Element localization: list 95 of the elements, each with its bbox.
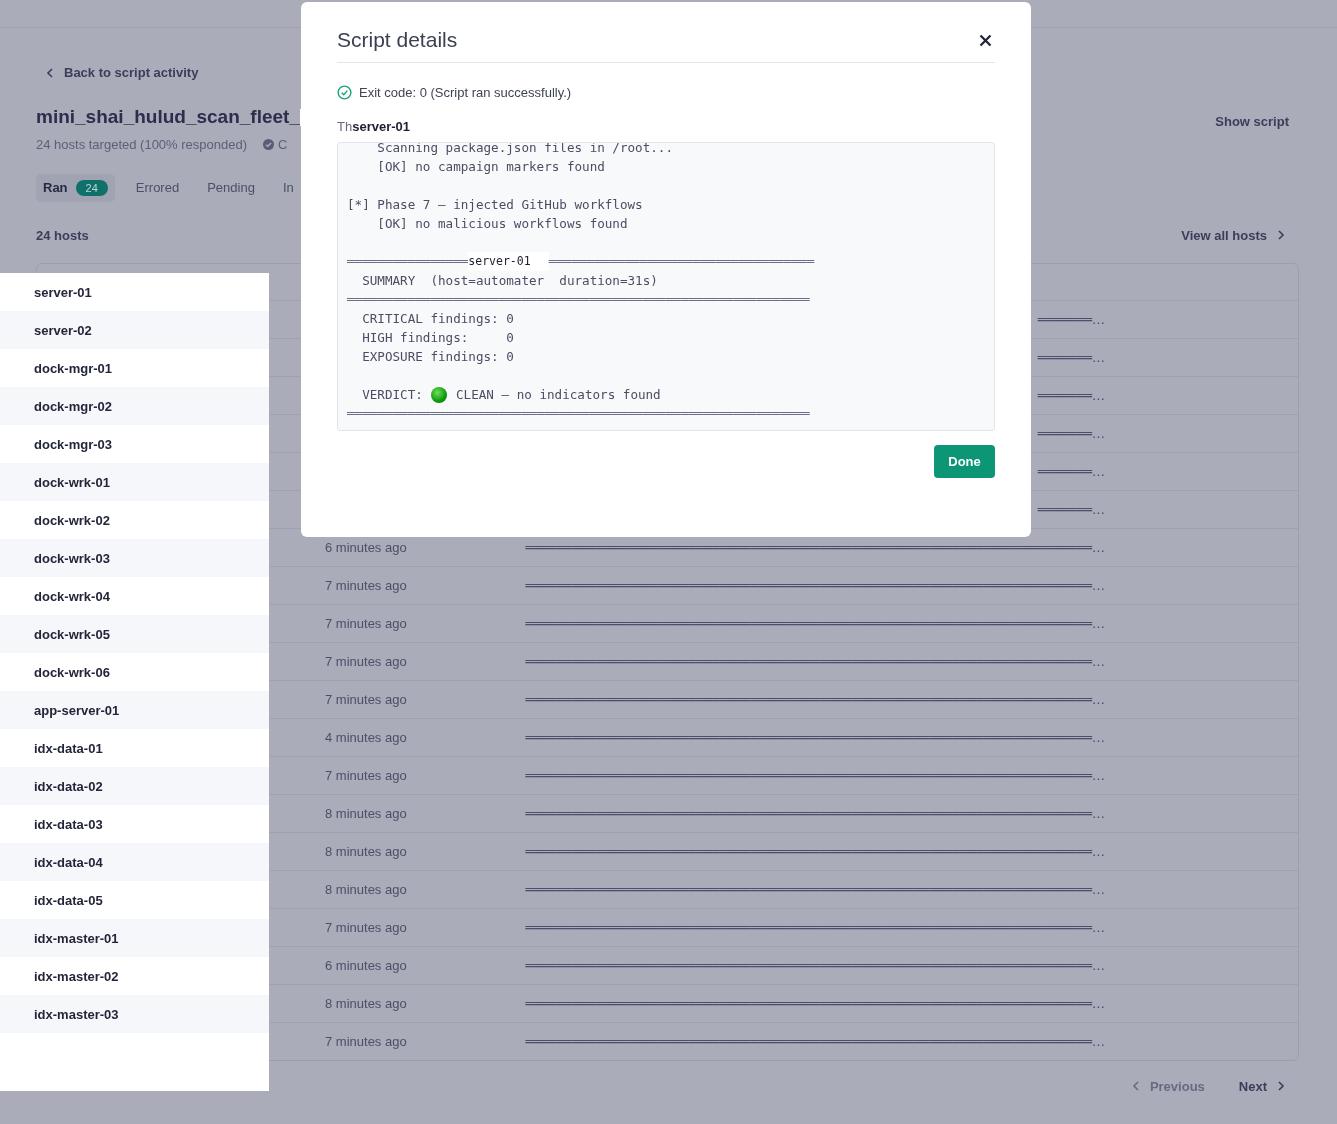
host-name[interactable]: dock-wrk-05 — [34, 626, 110, 642]
chevron-right-icon — [1277, 1081, 1285, 1091]
host-name[interactable]: idx-master-03 — [34, 1006, 119, 1022]
next-button[interactable]: Next — [1238, 1078, 1285, 1094]
output-line: [OK] no malicious workflows found — [376, 215, 629, 233]
time-cell-text: 7 minutes ago — [325, 653, 408, 669]
output-cell: ═════════════════════════════════════════════════════════════════════════… — [525, 881, 1105, 897]
host-name[interactable]: dock-mgr-02 — [34, 398, 113, 414]
output-cell: ═══════… — [1037, 501, 1105, 517]
output-cell: ═══════… — [1037, 349, 1105, 365]
dialog-title: Script details — [337, 28, 458, 52]
time-cell-text: 7 minutes ago — [325, 919, 408, 935]
time-cell-text: 7 minutes ago — [325, 577, 408, 593]
close-icon — [978, 33, 992, 47]
host-name[interactable]: idx-master-01 — [34, 930, 119, 946]
output-cell: ═══════… — [1037, 463, 1105, 479]
output-cell: ═════════════════════════════════════════════════════════════════════════… — [525, 691, 1105, 707]
time-cell-text: 7 minutes ago — [325, 691, 408, 707]
separator-line: ═══════════════════════════════════ — [548, 253, 814, 271]
page-title: mini_shai_hulud_scan_fleet_ — [36, 106, 300, 128]
time-cell-text: 4 minutes ago — [325, 729, 408, 745]
time-cell-text: 8 minutes ago — [325, 805, 408, 821]
output-cell: ═════════════════════════════════════════════════════════════════════════… — [525, 729, 1105, 745]
host-prefix-text: Th — [337, 119, 353, 134]
back-link[interactable]: Back to script activity — [46, 65, 199, 80]
host-name[interactable]: dock-wrk-04 — [34, 588, 110, 604]
time-cell-text: 8 minutes ago — [325, 881, 408, 897]
separator-line: ═════════════════════════════════════════════════════════════ — [347, 405, 810, 423]
output-line: EXPOSURE findings: 0 — [361, 348, 515, 366]
host-name[interactable]: server-02 — [34, 322, 92, 338]
host-name[interactable]: server-01 — [34, 284, 92, 300]
output-line: [*] Phase 7 — injected GitHub workflows — [347, 196, 644, 214]
host-name[interactable]: dock-wrk-06 — [34, 664, 110, 680]
view-all-hosts-link[interactable]: View all hosts — [1181, 227, 1285, 243]
time-cell-text: 7 minutes ago — [325, 767, 408, 783]
tab[interactable]: Pending — [200, 173, 262, 202]
hosts-targeted-text: 24 hosts targeted (100% responded) — [36, 136, 248, 152]
time-cell-text: 7 minutes ago — [325, 615, 408, 631]
host-name[interactable]: dock-wrk-01 — [34, 474, 110, 490]
output-cell: ═══════… — [1037, 425, 1105, 441]
host-name[interactable]: dock-mgr-01 — [34, 360, 113, 376]
output-line: [OK] no campaign markers found — [376, 158, 606, 176]
output-cell: ═══════… — [1037, 311, 1105, 327]
output-cell: ═════════════════════════════════════════════════════════════════════════… — [525, 957, 1105, 973]
output-cell: ═════════════════════════════════════════════════════════════════════════… — [525, 539, 1105, 555]
host-name[interactable]: dock-mgr-03 — [34, 436, 113, 452]
chevron-right-icon — [1277, 230, 1285, 240]
host-name[interactable]: dock-wrk-03 — [34, 550, 110, 566]
separator-line: ════════════════ — [347, 253, 469, 271]
host-name[interactable]: idx-data-05 — [34, 892, 103, 908]
output-line: CLEAN — no indicators found — [455, 386, 661, 404]
status-text: C — [278, 136, 288, 152]
count-badge: 24 — [75, 179, 108, 196]
time-cell-text: 8 minutes ago — [325, 995, 408, 1011]
success-check-icon — [337, 85, 352, 100]
output-line: SUMMARY (host=automater duration=31s) — [361, 272, 659, 290]
output-cell: ═════════════════════════════════════════════════════════════════════════… — [525, 919, 1105, 935]
output-cell: ═════════════════════════════════════════════════════════════════════════… — [525, 843, 1105, 859]
host-name-label: server-01 — [352, 119, 410, 134]
show-script-link[interactable]: Show script — [1215, 113, 1289, 129]
host-name[interactable]: idx-data-01 — [34, 740, 103, 756]
time-cell-text: 8 minutes ago — [325, 843, 408, 859]
time-cell-text: 6 minutes ago — [325, 539, 408, 555]
time-cell-text: 6 minutes ago — [325, 957, 408, 973]
output-line: HIGH findings: 0 — [361, 329, 515, 347]
output-line: VERDICT: — [361, 386, 424, 404]
chevron-left-icon — [1131, 1081, 1140, 1091]
host-name[interactable]: idx-data-04 — [34, 854, 103, 870]
exit-code-text: Exit code: 0 (Script ran successfully.) — [359, 85, 572, 100]
done-button[interactable]: Done — [934, 445, 995, 478]
host-label: server-01 — [468, 252, 549, 271]
host-name[interactable]: idx-data-02 — [34, 778, 103, 794]
tab[interactable]: Ran 24 — [36, 173, 115, 202]
check-circle-icon — [263, 138, 275, 150]
output-cell: ═════════════════════════════════════════════════════════════════════════… — [525, 1033, 1105, 1049]
status-dot-icon — [431, 386, 448, 403]
chevron-left-icon — [46, 67, 54, 78]
output-line: Scanning package.json files in /root... — [376, 143, 675, 157]
host-name[interactable]: idx-master-02 — [34, 968, 119, 984]
output-cell: ═════════════════════════════════════════════════════════════════════════… — [525, 995, 1105, 1011]
output-cell: ═════════════════════════════════════════════════════════════════════════… — [525, 615, 1105, 631]
tab[interactable]: Errored — [128, 173, 187, 202]
hosts-count: 24 hosts — [36, 227, 89, 243]
output-cell: ═══════… — [1037, 387, 1105, 403]
output-cell: ═════════════════════════════════════════════════════════════════════════… — [525, 805, 1105, 821]
output-cell: ═════════════════════════════════════════════════════════════════════════… — [525, 577, 1105, 593]
host-name[interactable]: idx-data-03 — [34, 816, 103, 832]
output-cell: ═════════════════════════════════════════════════════════════════════════… — [525, 767, 1105, 783]
output-line: CRITICAL findings: 0 — [361, 310, 515, 328]
time-cell-text: 7 minutes ago — [325, 1033, 408, 1049]
tab[interactable]: In — [275, 173, 301, 202]
host-name[interactable]: dock-wrk-02 — [34, 512, 110, 528]
host-name[interactable]: app-server-01 — [34, 702, 120, 718]
separator-line: ═════════════════════════════════════════════════════════════ — [347, 291, 810, 309]
output-cell: ═════════════════════════════════════════════════════════════════════════… — [525, 653, 1105, 669]
